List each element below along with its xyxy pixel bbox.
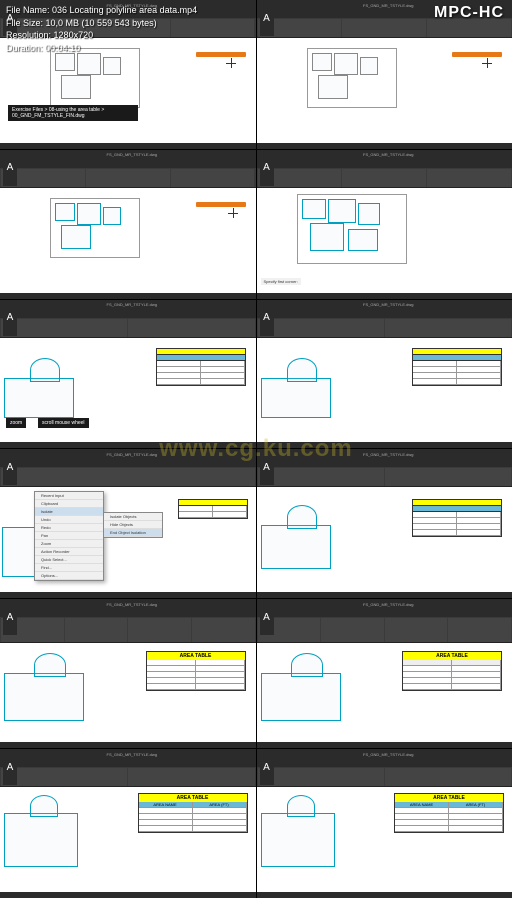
table-title: AREA TABLE (147, 652, 245, 660)
thumbnail-5[interactable]: FS_GND_MR_TSTYLE.dwg A zoom scroll mouse… (0, 300, 256, 449)
thumbnail-8[interactable]: FS_GND_MR_TSTYLE.dwg A (257, 449, 512, 598)
thumbnail-2[interactable]: FS_GND_MR_TSTYLE.dwg A (257, 0, 512, 149)
command-line: Specify first corner: (261, 278, 301, 285)
thumbnail-9[interactable]: FS_GND_MR_TSTYLE.dwg A AREA TABLE (0, 599, 256, 748)
caption-scroll: scroll mouse wheel (38, 418, 89, 428)
caption-zoom: zoom (6, 418, 26, 428)
player-logo: MPC-HC (434, 4, 504, 22)
thumbnail-10[interactable]: FS_GND_MR_TSTYLE.dwg A AREA TABLE (257, 599, 512, 748)
thumbnail-6[interactable]: FS_GND_MR_TSTYLE.dwg A (257, 300, 512, 449)
thumbnail-11[interactable]: FS_GND_MR_TSTYLE.dwg A AREA TABLE AREA N… (0, 749, 256, 898)
thumbnail-grid: FS_GND_MR_TSTYLE.dwg A Exercise Files > … (0, 0, 512, 898)
thumbnail-12[interactable]: FS_GND_MR_TSTYLE.dwg A AREA TABLE AREA N… (257, 749, 512, 898)
submenu[interactable]: Isolate Objects Hide Objects End Object … (103, 512, 163, 538)
thumbnail-7[interactable]: FS_GND_MR_TSTYLE.dwg A Recent Input Clip… (0, 449, 256, 598)
thumbnail-4[interactable]: FS_GND_MR_TSTYLE.dwg A Specify first cor… (257, 150, 512, 299)
caption-exercise: Exercise Files > 08-using the area table… (8, 105, 138, 121)
context-menu[interactable]: Recent Input Clipboard Isolate Undo Redo… (34, 491, 104, 581)
thumbnail-3[interactable]: FS_GND_MR_TSTYLE.dwg A (0, 150, 256, 299)
file-info-overlay: File Name: 036 Locating polyline area da… (6, 4, 197, 54)
